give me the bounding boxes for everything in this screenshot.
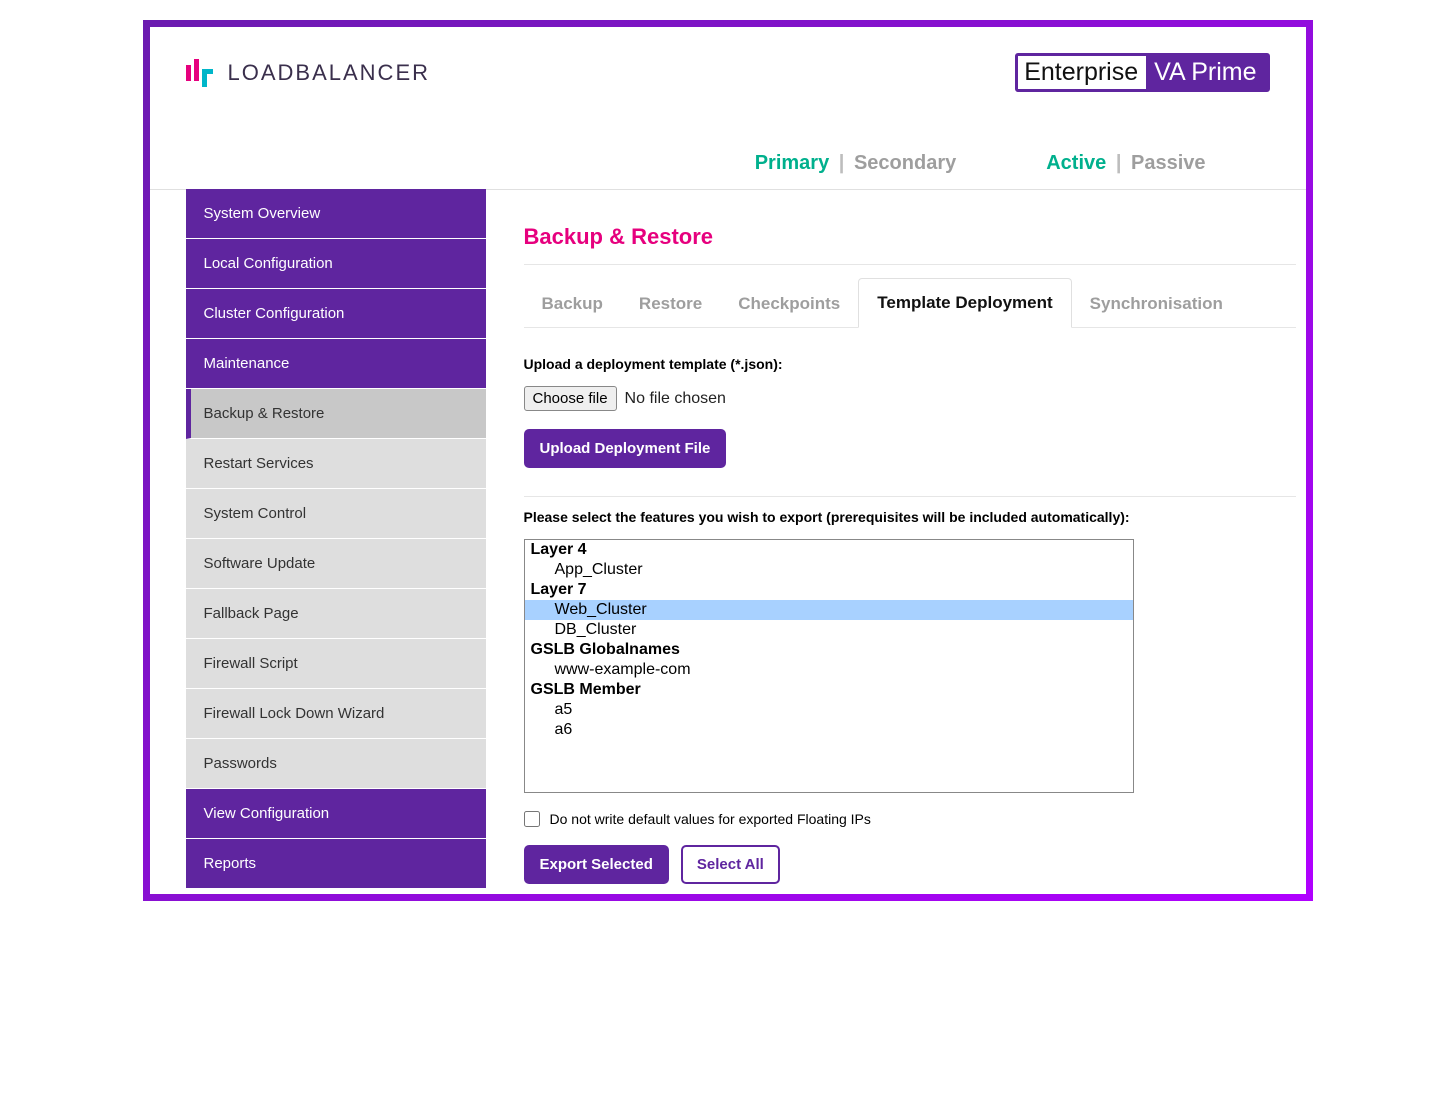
section-divider (524, 496, 1296, 497)
sidebar-item-local-configuration[interactable]: Local Configuration (186, 239, 486, 289)
feature-group-gslb-member: GSLB Member (525, 680, 1133, 700)
file-status: No file chosen (625, 390, 726, 408)
main-content: Backup & Restore Backup Restore Checkpoi… (486, 190, 1306, 894)
file-input-row: Choose file No file chosen (524, 386, 1296, 411)
badge-enterprise: Enterprise (1018, 56, 1146, 89)
tab-restore[interactable]: Restore (621, 280, 720, 328)
sidebar-item-fallback-page[interactable]: Fallback Page (186, 589, 486, 639)
tabs: Backup Restore Checkpoints Template Depl… (524, 277, 1296, 328)
export-selected-button[interactable]: Export Selected (524, 845, 669, 884)
feature-option-www-example-com[interactable]: www-example-com (525, 660, 1133, 680)
status-active: Active (1046, 152, 1106, 174)
sidebar-item-system-control[interactable]: System Control (186, 489, 486, 539)
sidebar-item-firewall-script[interactable]: Firewall Script (186, 639, 486, 689)
select-all-button[interactable]: Select All (681, 845, 780, 884)
product-badge: Enterprise VA Prime (1015, 53, 1269, 92)
upload-deployment-file-button[interactable]: Upload Deployment File (524, 429, 727, 468)
loadbalancer-icon (186, 59, 218, 87)
feature-option-web-cluster[interactable]: Web_Cluster (525, 600, 1133, 620)
brand-logo: LOADBALANCER (186, 59, 431, 87)
feature-group-gslb-globalnames: GSLB Globalnames (525, 640, 1133, 660)
app-frame: LOADBALANCER Enterprise VA Prime Primary… (143, 20, 1313, 901)
page-title: Backup & Restore (524, 224, 1296, 250)
status-secondary: Secondary (854, 152, 956, 174)
sidebar-item-software-update[interactable]: Software Update (186, 539, 486, 589)
sidebar-item-view-configuration[interactable]: View Configuration (186, 789, 486, 839)
primary-secondary-status: Primary | Secondary (755, 152, 957, 175)
sidebar-item-firewall-lockdown-wizard[interactable]: Firewall Lock Down Wizard (186, 689, 486, 739)
status-passive: Passive (1131, 152, 1206, 174)
status-bar: Primary | Secondary Active | Passive (150, 104, 1306, 190)
feature-option-db-cluster[interactable]: DB_Cluster (525, 620, 1133, 640)
tab-synchronisation[interactable]: Synchronisation (1072, 280, 1241, 328)
export-features-label: Please select the features you wish to e… (524, 509, 1296, 525)
app-inner: LOADBALANCER Enterprise VA Prime Primary… (150, 27, 1306, 894)
upload-template-label: Upload a deployment template (*.json): (524, 356, 1296, 372)
sidebar: System Overview Local Configuration Clus… (186, 189, 486, 889)
feature-group-layer7: Layer 7 (525, 580, 1133, 600)
tab-checkpoints[interactable]: Checkpoints (720, 280, 858, 328)
sidebar-item-reports[interactable]: Reports (186, 839, 486, 889)
sidebar-item-cluster-configuration[interactable]: Cluster Configuration (186, 289, 486, 339)
feature-group-layer4: Layer 4 (525, 540, 1133, 560)
badge-va-prime: VA Prime (1146, 56, 1266, 89)
sidebar-item-maintenance[interactable]: Maintenance (186, 339, 486, 389)
feature-option-a5[interactable]: a5 (525, 700, 1133, 720)
tab-template-deployment[interactable]: Template Deployment (858, 278, 1071, 328)
status-primary: Primary (755, 152, 830, 174)
sidebar-item-system-overview[interactable]: System Overview (186, 189, 486, 239)
no-default-floating-ips-label: Do not write default values for exported… (550, 811, 871, 827)
sidebar-item-backup-restore[interactable]: Backup & Restore (186, 389, 486, 439)
active-passive-status: Active | Passive (1046, 152, 1205, 175)
feature-option-app-cluster[interactable]: App_Cluster (525, 560, 1133, 580)
feature-option-a6[interactable]: a6 (525, 720, 1133, 740)
features-listbox[interactable]: Layer 4 App_Cluster Layer 7 Web_Cluster … (524, 539, 1134, 793)
default-values-checkbox-row: Do not write default values for exported… (524, 811, 1296, 827)
brand-name: LOADBALANCER (228, 60, 431, 86)
sidebar-item-passwords[interactable]: Passwords (186, 739, 486, 789)
sidebar-item-restart-services[interactable]: Restart Services (186, 439, 486, 489)
body: System Overview Local Configuration Clus… (150, 190, 1306, 894)
title-divider (524, 264, 1296, 265)
no-default-floating-ips-checkbox[interactable] (524, 811, 540, 827)
header: LOADBALANCER Enterprise VA Prime (150, 27, 1306, 104)
export-action-row: Export Selected Select All (524, 845, 1296, 884)
choose-file-button[interactable]: Choose file (524, 386, 617, 411)
tab-backup[interactable]: Backup (524, 280, 621, 328)
